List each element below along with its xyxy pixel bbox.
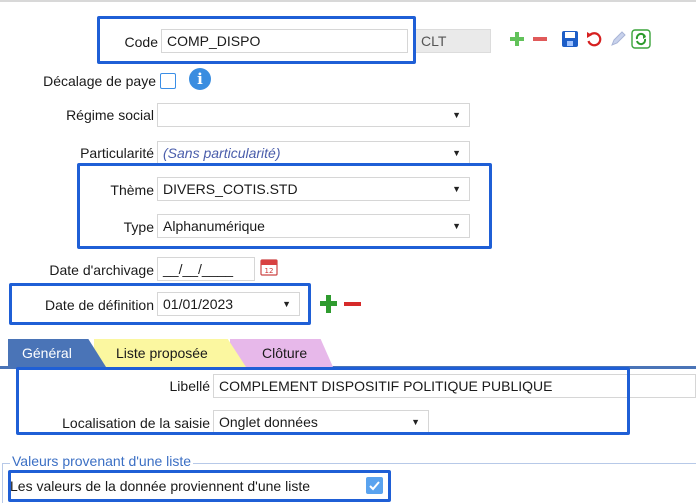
chevron-down-icon: ▼ — [452, 110, 461, 120]
localisation-label: Localisation de la saisie — [62, 415, 210, 431]
libelle-input[interactable]: COMPLEMENT DISPOSITIF POLITIQUE PUBLIQUE — [213, 374, 696, 398]
tab-liste-proposee[interactable]: Liste proposée — [94, 339, 246, 367]
definition-select[interactable]: 01/01/2023 ▼ — [157, 292, 300, 316]
tab-cloture-label: Clôture — [262, 345, 308, 361]
remove-date-icon[interactable] — [343, 293, 363, 315]
tab-cloture[interactable]: Clôture — [230, 339, 333, 367]
archivage-input[interactable]: __/__/____ — [157, 257, 255, 281]
code-input[interactable]: COMP_DISPO — [161, 29, 408, 53]
particularite-value: (Sans particularité) — [163, 145, 281, 161]
libelle-label: Libellé — [169, 378, 210, 394]
regime-select[interactable]: ▼ — [157, 103, 470, 127]
svg-text:12: 12 — [265, 267, 274, 275]
decalage-label: Décalage de paye — [43, 73, 156, 89]
localisation-value: Onglet données — [219, 414, 318, 430]
regime-label: Régime social — [66, 107, 154, 123]
type-select[interactable]: Alphanumérique ▼ — [157, 214, 470, 238]
refresh-icon[interactable] — [631, 28, 651, 50]
tab-liste-proposee-label: Liste proposée — [116, 345, 208, 361]
code-suffix-field: CLT — [415, 29, 491, 53]
definition-value: 01/01/2023 — [163, 296, 234, 312]
add-icon[interactable] — [507, 28, 527, 50]
edit-icon[interactable] — [608, 28, 628, 50]
tab-general[interactable]: Général — [8, 339, 106, 367]
calendar-icon[interactable]: 12 — [260, 258, 278, 276]
remove-icon[interactable] — [530, 28, 550, 50]
chevron-down-icon: ▼ — [411, 417, 420, 427]
particularite-label: Particularité — [80, 145, 154, 161]
info-icon[interactable]: i — [189, 68, 211, 90]
theme-value: DIVERS_COTIS.STD — [163, 181, 298, 197]
valeurs-checkbox-label: Les valeurs de la donnée proviennent d'u… — [10, 478, 310, 494]
type-value: Alphanumérique — [163, 218, 265, 234]
archivage-label: Date d'archivage — [49, 262, 154, 278]
chevron-down-icon: ▼ — [452, 184, 461, 194]
undo-icon[interactable] — [584, 28, 604, 50]
chevron-down-icon: ▼ — [452, 221, 461, 231]
valeurs-group-title: Valeurs provenant d'une liste — [10, 453, 194, 469]
valeurs-checkbox[interactable] — [366, 477, 383, 494]
code-label: Code — [124, 34, 158, 50]
save-icon[interactable] — [560, 28, 580, 50]
top-border — [0, 0, 696, 2]
decalage-checkbox[interactable] — [160, 73, 176, 89]
tab-general-label: Général — [22, 345, 72, 361]
theme-select[interactable]: DIVERS_COTIS.STD ▼ — [157, 177, 470, 201]
type-label: Type — [123, 219, 154, 235]
localisation-select[interactable]: Onglet données ▼ — [213, 410, 429, 434]
particularite-select[interactable]: (Sans particularité) ▼ — [157, 141, 470, 165]
chevron-down-icon: ▼ — [452, 148, 461, 158]
add-date-icon[interactable] — [319, 293, 339, 315]
definition-label: Date de définition — [45, 297, 154, 313]
theme-label: Thème — [110, 182, 154, 198]
chevron-down-icon: ▼ — [282, 299, 291, 309]
